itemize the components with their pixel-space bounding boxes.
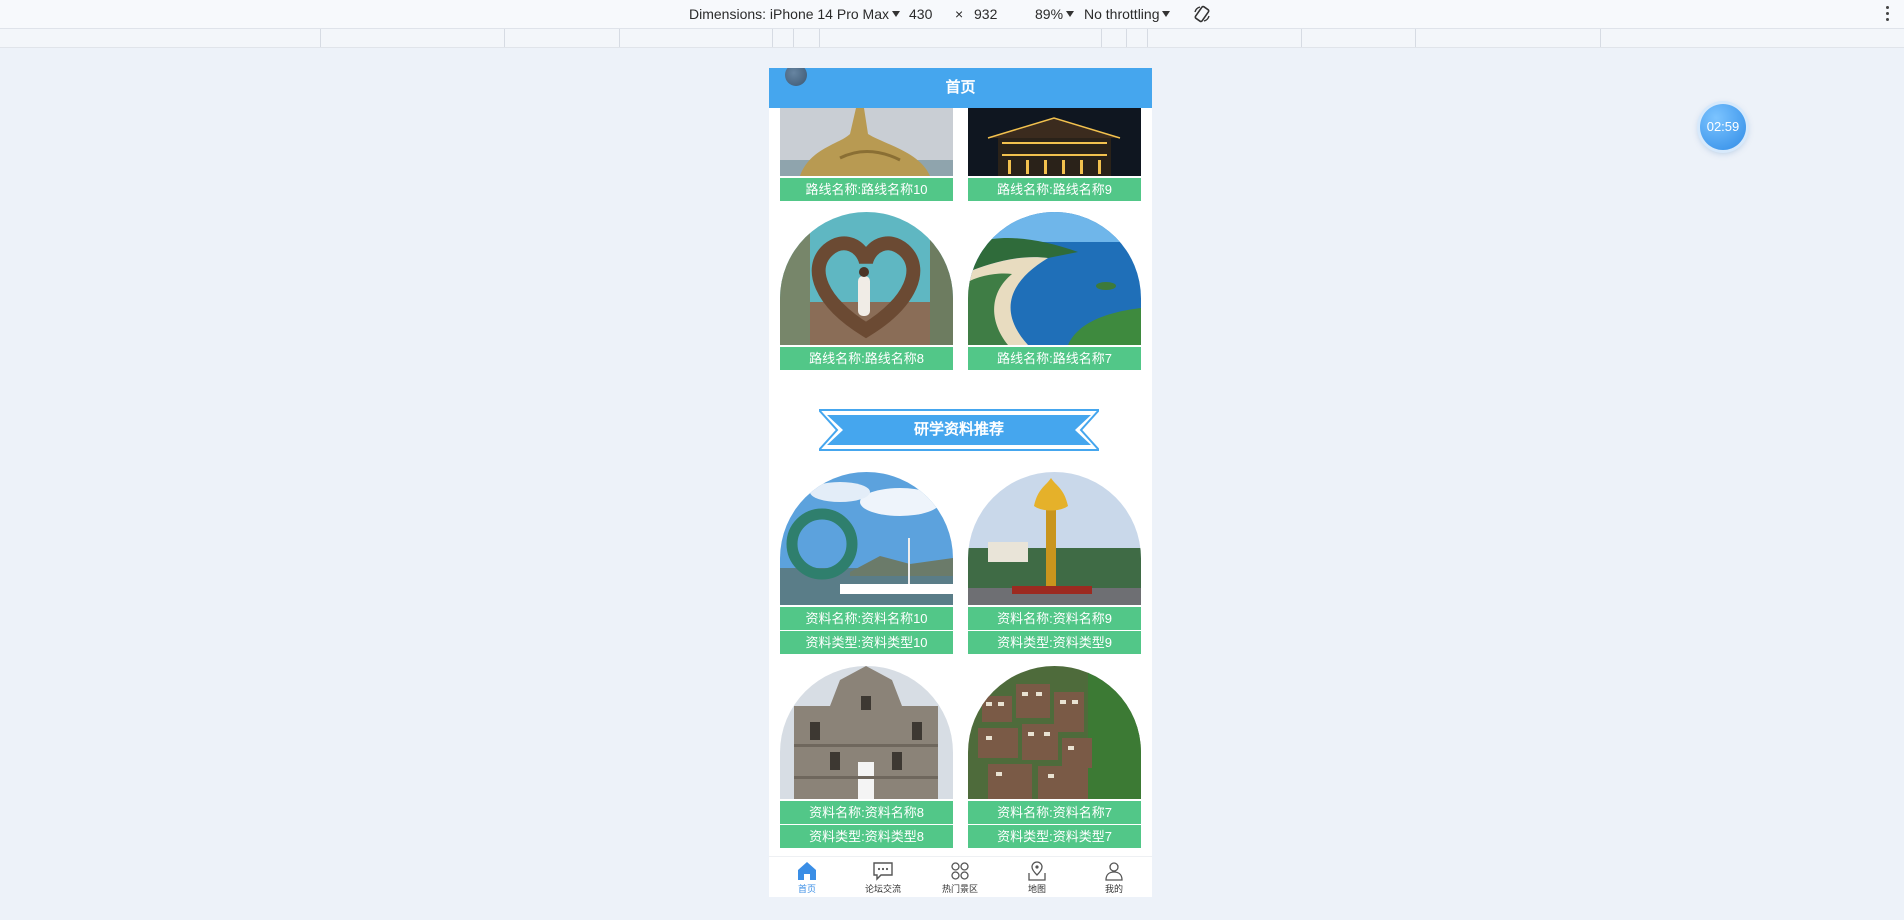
material-card[interactable]: 资料名称:资料名称9 资料类型:资料类型9 <box>968 472 1141 654</box>
material-card[interactable]: 资料名称:资料名称10 资料类型:资料类型10 <box>780 472 953 654</box>
home-icon <box>798 862 816 880</box>
route-name: 路线名称:路线名称10 <box>780 178 953 201</box>
material-card[interactable]: 资料名称:资料名称7 资料类型:资料类型7 <box>968 666 1141 848</box>
tab-label: 热门景区 <box>941 884 978 894</box>
tab-map[interactable]: 地图 <box>999 861 1075 895</box>
bottom-tabbar: 首页 论坛交流 热门景区 地图 我的 <box>769 856 1152 897</box>
times-sign: × <box>955 6 964 22</box>
chevron-down-icon <box>1162 11 1171 17</box>
material-name: 资料名称:资料名称10 <box>780 607 953 630</box>
device-dimensions-dropdown[interactable]: Dimensions: iPhone 14 Pro Max <box>689 6 900 22</box>
material-image-golden-lotus <box>968 472 1141 605</box>
height-input[interactable]: 932 <box>974 6 997 22</box>
material-image-hill-town <box>968 666 1141 799</box>
material-name: 资料名称:资料名称9 <box>968 607 1141 630</box>
section-banner: 研学资料推荐 <box>816 408 1102 452</box>
throttling-dropdown[interactable]: No throttling <box>1084 6 1171 22</box>
throttling-value: No throttling <box>1084 6 1160 22</box>
material-image-ruins-facade <box>780 666 953 799</box>
map-pin-icon <box>1028 861 1046 881</box>
more-vertical-icon[interactable] <box>1886 6 1890 22</box>
devtools-toolbar: Dimensions: iPhone 14 Pro Max 430 × 932 … <box>0 0 1904 29</box>
device-name: Dimensions: iPhone 14 Pro Max <box>689 6 889 22</box>
chevron-down-icon <box>1066 11 1075 17</box>
route-card[interactable]: 路线名称:路线名称8 <box>780 212 953 370</box>
route-image-heart-nest <box>780 212 953 345</box>
rotate-device-icon[interactable] <box>1192 4 1212 24</box>
countdown-timer[interactable]: 02:59 <box>1700 104 1746 150</box>
material-name: 资料名称:资料名称7 <box>968 801 1141 824</box>
grid-icon <box>951 862 969 880</box>
material-type: 资料类型:资料类型9 <box>968 631 1141 654</box>
route-card[interactable]: 路线名称:路线名称9 <box>968 108 1141 201</box>
route-card[interactable]: 路线名称:路线名称10 <box>780 108 953 201</box>
material-image-ring-sculpture <box>780 472 953 605</box>
tab-label: 论坛交流 <box>864 884 901 894</box>
zoom-dropdown[interactable]: 89% <box>1035 6 1075 22</box>
route-name: 路线名称:路线名称8 <box>780 347 953 370</box>
section-title: 研学资料推荐 <box>913 421 1004 438</box>
material-name: 资料名称:资料名称8 <box>780 801 953 824</box>
route-name: 路线名称:路线名称9 <box>968 178 1141 201</box>
zoom-value: 89% <box>1035 6 1064 22</box>
tab-mine[interactable]: 我的 <box>1076 861 1152 895</box>
route-card[interactable]: 路线名称:路线名称7 <box>968 212 1141 370</box>
tab-hot-scenic[interactable]: 热门景区 <box>922 861 998 895</box>
tab-label: 地图 <box>1027 884 1046 894</box>
material-type: 资料类型:资料类型7 <box>968 825 1141 848</box>
tab-label: 首页 <box>797 884 816 894</box>
user-icon <box>1105 862 1123 881</box>
page-title: 首页 <box>769 68 1152 108</box>
tab-forum[interactable]: 论坛交流 <box>845 861 921 895</box>
tab-home[interactable]: 首页 <box>769 861 845 895</box>
tab-label: 我的 <box>1104 884 1123 894</box>
width-input[interactable]: 430 <box>909 6 932 22</box>
route-name: 路线名称:路线名称7 <box>968 347 1141 370</box>
chevron-down-icon <box>892 11 900 17</box>
material-type: 资料类型:资料类型8 <box>780 825 953 848</box>
material-type: 资料类型:资料类型10 <box>780 631 953 654</box>
chat-icon <box>873 862 893 881</box>
mobile-viewport: 首页 路线名称:路线名称10 路线名称:路线名称9 路线名称:路线名称8 路线名… <box>769 68 1152 897</box>
route-image-statue <box>780 108 953 176</box>
route-image-night-temple <box>968 108 1141 176</box>
material-card[interactable]: 资料名称:资料名称8 资料类型:资料类型8 <box>780 666 953 848</box>
route-image-bay <box>968 212 1141 345</box>
media-query-ruler <box>0 29 1904 48</box>
